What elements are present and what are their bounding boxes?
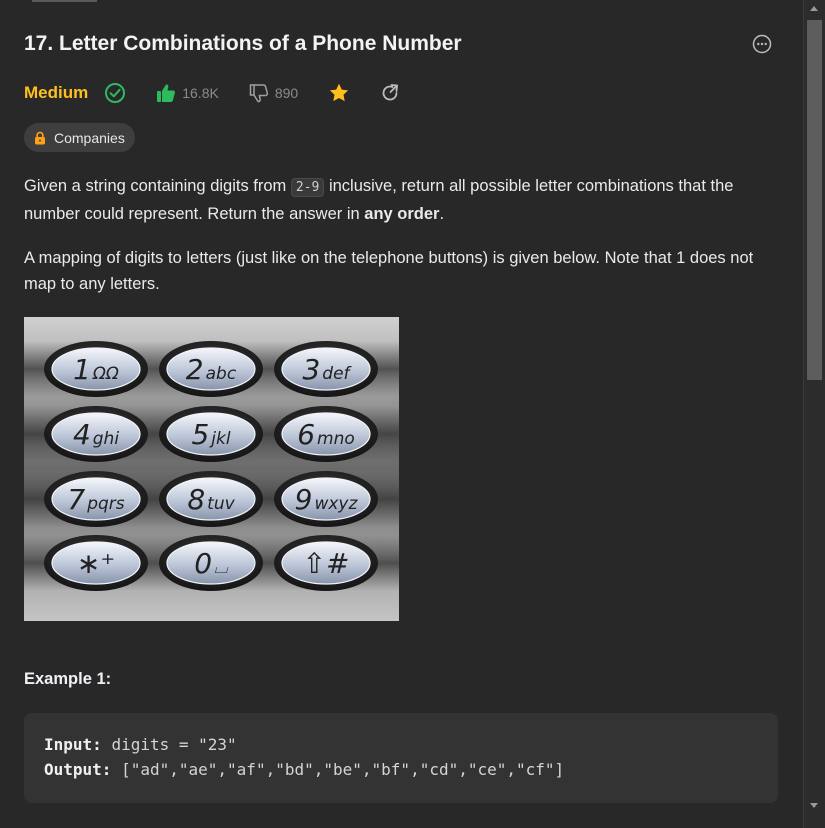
keypad-key: 4 ghi [44,406,148,462]
lock-icon [35,131,45,144]
input-value: digits = "23" [111,735,237,754]
problem-title: 17. Letter Combinations of a Phone Numbe… [24,32,462,55]
solved-indicator [104,82,126,104]
keypad-key: 5 jkl [159,406,263,462]
keypad-key-label: ⇧# [303,547,350,580]
desc-bold-text: any order [364,205,440,223]
description-paragraph-2: A mapping of digits to letters (just lik… [24,249,754,293]
companies-label: Companies [54,129,125,146]
like-button[interactable]: 16.8K [156,83,219,103]
output-value: ["ad","ae","af","bd","be","bf","cd","ce"… [121,760,565,779]
scroll-up-arrow-icon[interactable] [810,6,818,11]
more-options-icon [752,34,772,54]
keypad-key: 2 abc [159,341,263,397]
dislike-button[interactable]: 890 [249,83,298,103]
problem-meta: Medium 16.8K 890 [24,80,400,106]
output-label: Output: [44,760,112,779]
keypad-key: 3 def [274,341,378,397]
share-icon [382,84,399,101]
like-count: 16.8K [182,85,219,101]
keypad-key: 0 ⌴ [159,535,263,591]
example-input-line: Input: digits = "23" [44,735,237,754]
keypad-key: 8 tuv [159,471,263,527]
check-circle-icon [105,83,126,103]
example-output-line: Output: ["ad","ae","af","bd","be","bf","… [44,760,564,779]
favorite-button[interactable] [328,82,350,104]
difficulty-badge: Medium [24,83,89,102]
keypad-key: 6 mno [274,406,378,462]
more-options-button[interactable] [752,34,772,54]
keypad-key: 1 ΩΩ [44,341,148,397]
thumbs-down-icon [249,84,268,103]
keypad-key: 7 pqrs [44,471,148,527]
scroll-thumb[interactable] [807,20,822,380]
dislike-count: 890 [274,85,299,101]
desc-text: . [439,205,445,223]
thumbs-up-icon [157,84,176,102]
star-icon [330,83,349,102]
example-1-title: Example 1: [24,670,112,688]
input-label: Input: [44,735,102,754]
telephone-keypad-image: 1 ΩΩ 2 abc 3 def 4 ghi 5 jkl 6 mno 7 pqrs 8 tuv 9 wxyz ∗⁺ 0… [24,317,399,621]
share-button[interactable] [380,83,400,103]
keypad-key: ⇧# [274,535,378,591]
keypad-key-label: ∗⁺ [77,547,115,580]
companies-tag[interactable]: Companies [24,123,135,152]
inline-code: 2-9 [290,178,325,197]
example-1-box: Input: digits = "23" Output: ["ad","ae",… [24,713,778,803]
scrollbar[interactable] [804,0,825,828]
desc-text: Given a string containing digits from [24,177,291,195]
keypad-key: ∗⁺ [44,535,148,591]
scroll-down-arrow-icon[interactable] [810,803,818,808]
tab-indicator [32,0,97,2]
description-paragraph-1: Given a string containing digits from 2-… [24,173,764,227]
keypad-key: 9 wxyz [274,471,378,527]
problem-panel: 17. Letter Combinations of a Phone Numbe… [0,0,804,828]
